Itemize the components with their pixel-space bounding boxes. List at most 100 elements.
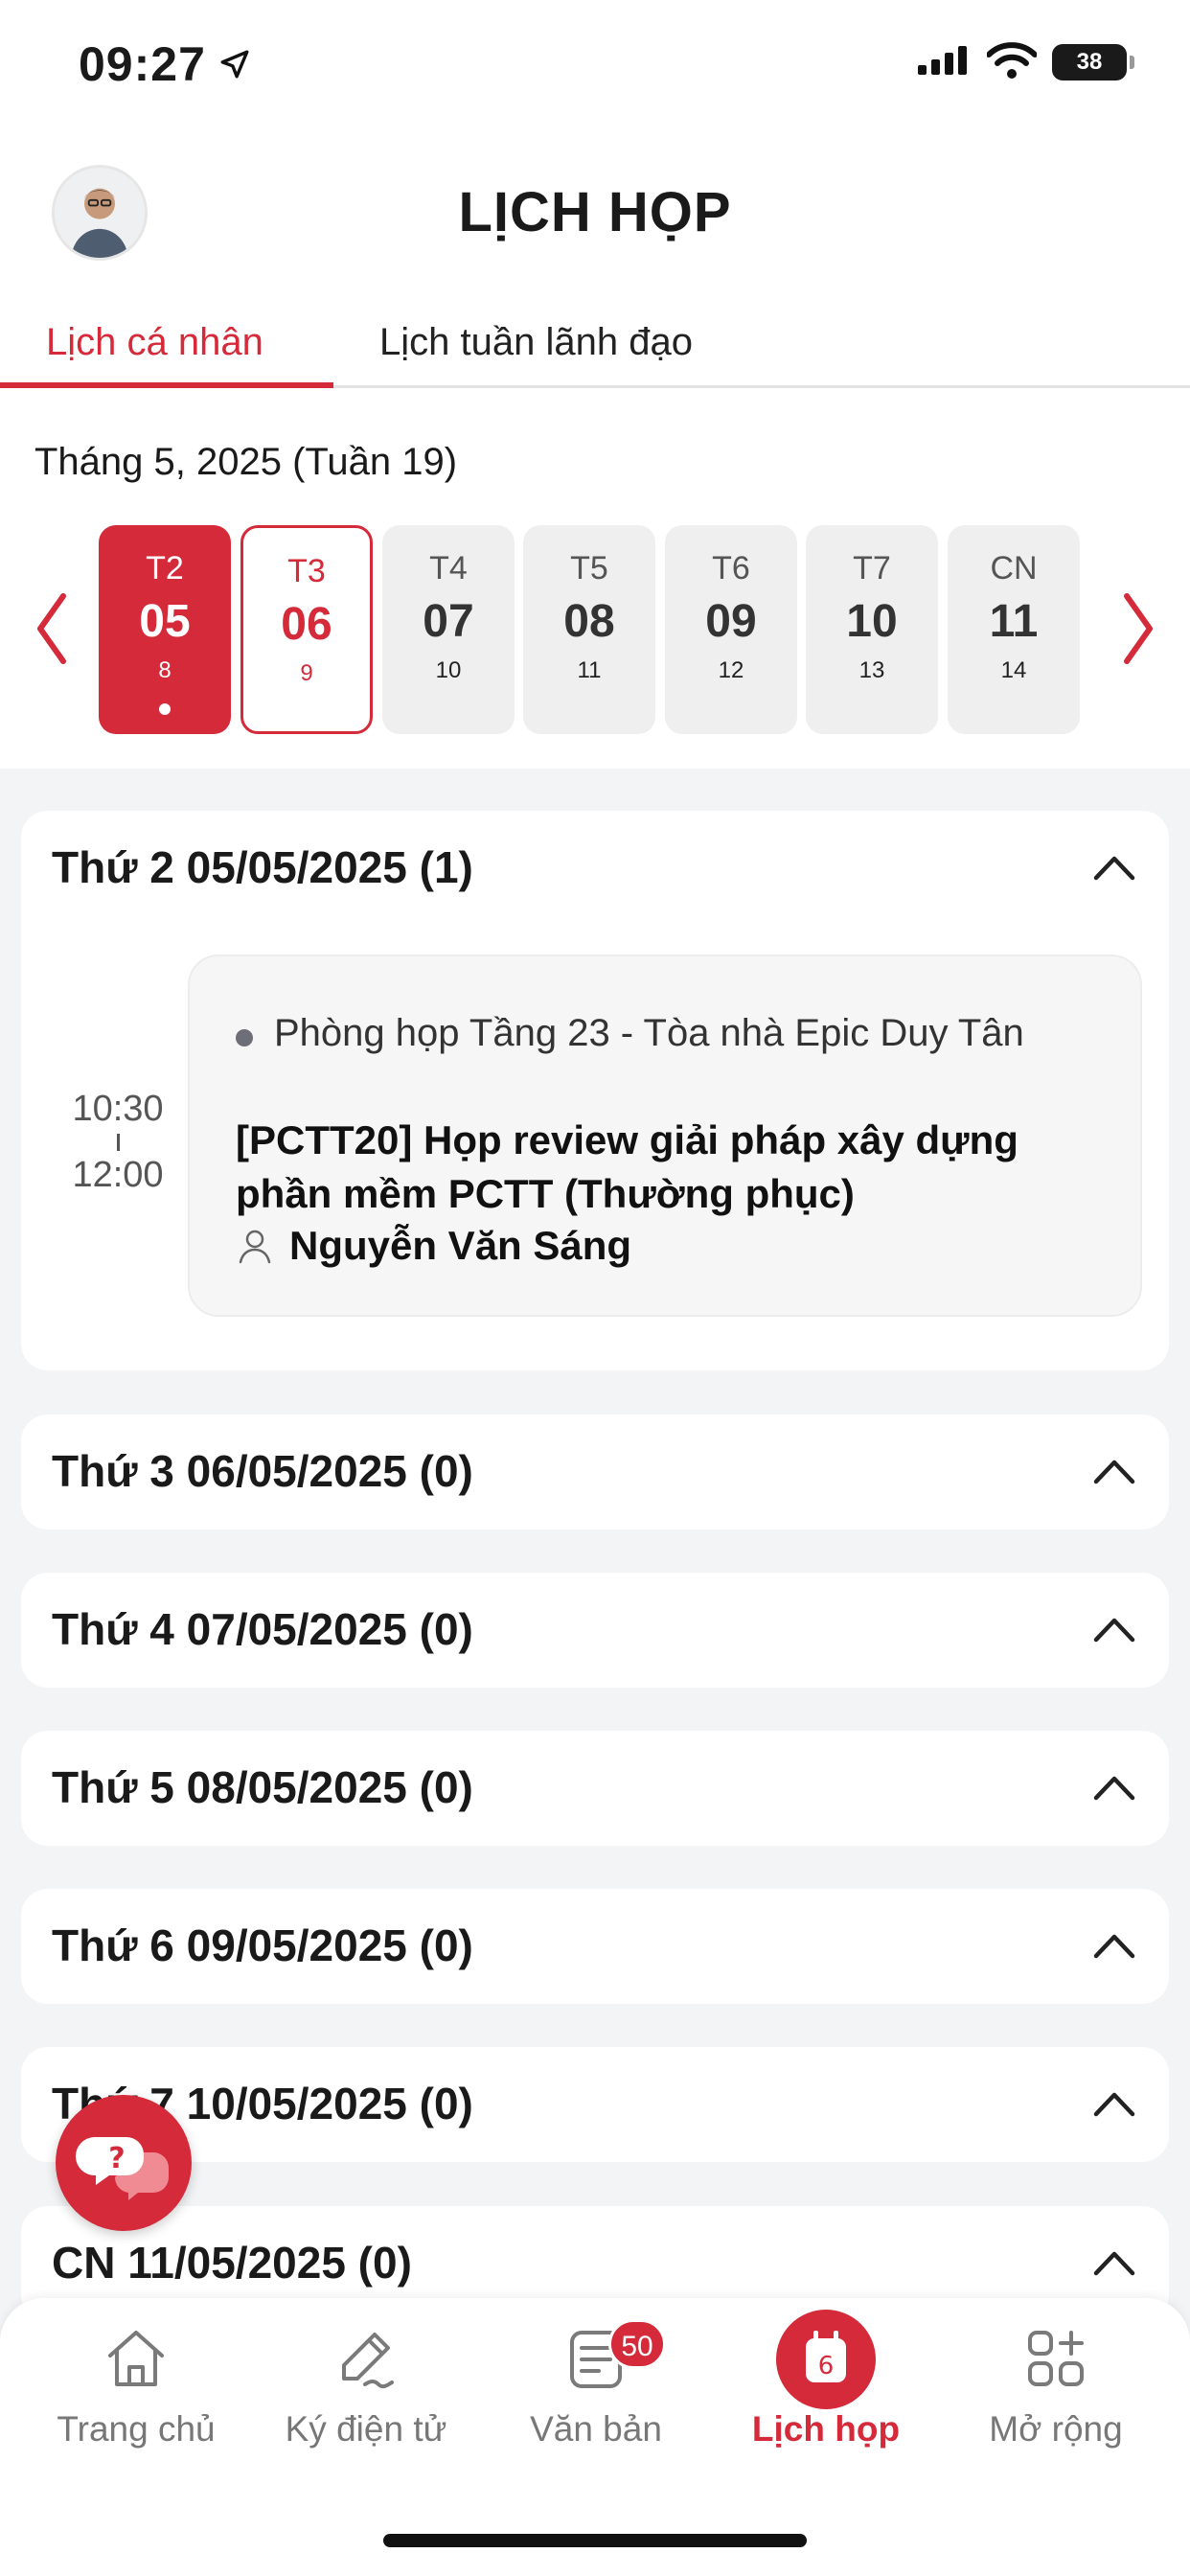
lunar-day: 11 [577, 657, 602, 683]
day-section-fri[interactable]: Thứ 6 09/05/2025 (0) [21, 1889, 1169, 2004]
day-section-header[interactable]: Thứ 4 07/05/2025 (0) [21, 1573, 1169, 1688]
nav-label: Văn bản [530, 2409, 662, 2449]
chevron-up-icon[interactable] [1092, 1615, 1136, 1644]
apps-grid-icon [1028, 2331, 1084, 2386]
lunar-day: 10 [435, 657, 462, 683]
location-dot-icon [236, 1029, 253, 1046]
app-header: LỊCH HỌP Lịch cá nhân Lịch tuần lãnh đạo [0, 134, 1190, 402]
calendar-icon: 6 [776, 2310, 876, 2409]
cellular-signal-icon [918, 46, 967, 75]
day-card-sat[interactable]: T7 10 13 [806, 525, 938, 734]
unread-count-badge: 50 [608, 2319, 666, 2369]
home-indicator [383, 2534, 807, 2547]
chevron-up-icon[interactable] [1092, 1457, 1136, 1485]
day-section-header[interactable]: Thứ 3 06/05/2025 (0) [21, 1414, 1169, 1530]
week-strip: Tháng 5, 2025 (Tuần 19) T2 05 8 T3 06 9 … [0, 402, 1190, 769]
help-chat-icon: ? [75, 2137, 169, 2200]
chevron-up-icon[interactable] [1092, 2089, 1136, 2118]
day-card-fri[interactable]: T6 09 12 [665, 525, 797, 734]
battery-icon: 38 [1052, 44, 1134, 80]
day-section-sat[interactable]: Thứ 7 10/05/2025 (0) [21, 2047, 1169, 2162]
event-room: Phòng họp Tầng 23 - Tòa nhà Epic Duy Tân [274, 1012, 1024, 1054]
day-number: 10 [846, 596, 898, 647]
svg-text:?: ? [108, 2142, 125, 2175]
day-section-header[interactable]: Thứ 5 08/05/2025 (0) [21, 1731, 1169, 1846]
status-time: 09:27 [79, 37, 206, 91]
chevron-up-icon[interactable] [1092, 2248, 1136, 2277]
nav-documents[interactable]: 50 Văn bản [481, 2319, 711, 2488]
pen-sign-icon [342, 2333, 394, 2389]
tab-bar: Lịch cá nhân Lịch tuần lãnh đạo [0, 311, 1190, 388]
help-chat-button[interactable]: ? [56, 2095, 192, 2231]
event-dot-indicator [159, 703, 171, 715]
page-title: LỊCH HỌP [458, 181, 732, 243]
day-section-title: CN 11/05/2025 (0) [52, 2238, 412, 2288]
day-card-wed[interactable]: T4 07 10 [382, 525, 515, 734]
day-number: 05 [139, 596, 191, 647]
nav-label: Trang chủ [57, 2409, 216, 2449]
home-icon [108, 2331, 164, 2386]
nav-e-signature[interactable]: Ký điện tử [251, 2325, 481, 2488]
nav-label: Lịch họp [751, 2409, 901, 2449]
event-host: Nguyễn Văn Sáng [289, 1223, 632, 1268]
day-section-title: Thứ 3 06/05/2025 (0) [52, 1446, 473, 1496]
day-section-tue[interactable]: Thứ 3 06/05/2025 (0) [21, 1414, 1169, 1530]
person-icon [239, 1230, 271, 1264]
previous-week-arrow-icon[interactable] [33, 590, 71, 667]
lunar-day: 13 [858, 657, 885, 683]
next-week-arrow-icon[interactable] [1119, 590, 1157, 667]
nav-label: Ký điện tử [285, 2409, 447, 2449]
lunar-day: 8 [158, 657, 172, 683]
day-section-header[interactable]: Thứ 7 10/05/2025 (0) [21, 2047, 1169, 2162]
wifi-icon [987, 42, 1037, 79]
time-separator [116, 1134, 120, 1151]
day-section-title: Thứ 4 07/05/2025 (0) [52, 1604, 473, 1654]
chevron-up-icon[interactable] [1092, 1931, 1136, 1960]
tab-personal-schedule[interactable]: Lịch cá nhân [46, 321, 263, 364]
chevron-up-icon[interactable] [1092, 853, 1136, 882]
day-of-week: T2 [146, 550, 184, 586]
active-tab-indicator [0, 382, 333, 388]
day-of-week: CN [990, 550, 1038, 586]
lunar-day: 14 [1000, 657, 1027, 683]
day-number: 11 [989, 596, 1039, 647]
day-card-thu[interactable]: T5 08 11 [523, 525, 655, 734]
lunar-day: 9 [300, 660, 313, 686]
day-of-week: T4 [429, 550, 468, 586]
day-section-title: Thứ 5 08/05/2025 (0) [52, 1762, 473, 1812]
day-section-wed[interactable]: Thứ 4 07/05/2025 (0) [21, 1573, 1169, 1688]
day-card-sun[interactable]: CN 11 14 [948, 525, 1080, 734]
chevron-up-icon[interactable] [1092, 1773, 1136, 1802]
nav-meeting-schedule[interactable]: 6 Lịch họp [711, 2310, 941, 2488]
day-number: 06 [281, 599, 332, 650]
day-section-header[interactable]: Thứ 6 09/05/2025 (0) [21, 1889, 1169, 2004]
day-of-week: T3 [287, 553, 326, 589]
day-section-mon: Thứ 2 05/05/2025 (1) 10:30 12:00 Phòng h… [21, 811, 1169, 1370]
lunar-day: 12 [718, 657, 744, 683]
day-section-header[interactable]: Thứ 2 05/05/2025 (1) [21, 811, 1169, 926]
day-card-tue[interactable]: T3 06 9 [240, 525, 373, 734]
status-bar: 09:27 38 [0, 0, 1190, 134]
day-card-mon[interactable]: T2 05 8 [99, 525, 231, 734]
day-section-thu[interactable]: Thứ 5 08/05/2025 (0) [21, 1731, 1169, 1846]
event-time-range: 10:30 12:00 [65, 1089, 171, 1196]
event-end-time: 12:00 [72, 1155, 164, 1195]
day-number: 08 [563, 596, 615, 647]
calendar-icon-number: 6 [818, 2352, 835, 2380]
nav-more[interactable]: Mở rộng [941, 2325, 1171, 2488]
day-of-week: T7 [853, 550, 891, 586]
tab-leader-weekly-schedule[interactable]: Lịch tuần lãnh đạo [379, 321, 693, 364]
event-start-time: 10:30 [72, 1089, 164, 1129]
day-section-title: Thứ 6 09/05/2025 (0) [52, 1920, 473, 1970]
event-title: [PCTT20] Họp review giải pháp xây dựng p… [236, 1117, 1018, 1216]
location-arrow-icon [220, 50, 249, 79]
nav-home[interactable]: Trang chủ [21, 2325, 251, 2488]
day-of-week: T6 [712, 550, 750, 586]
day-number: 07 [423, 596, 474, 647]
day-of-week: T5 [570, 550, 608, 586]
day-number: 09 [705, 596, 757, 647]
nav-label: Mở rộng [989, 2409, 1123, 2449]
day-section-title: Thứ 2 05/05/2025 (1) [52, 842, 473, 892]
event-card[interactable]: Phòng họp Tầng 23 - Tòa nhà Epic Duy Tân… [188, 954, 1142, 1317]
month-week-label: Tháng 5, 2025 (Tuần 19) [34, 441, 458, 483]
